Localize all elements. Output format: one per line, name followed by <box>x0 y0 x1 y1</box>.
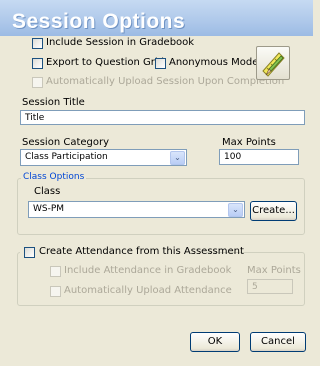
session-title-input[interactable]: Title <box>20 110 305 125</box>
auto-upload-checkbox[interactable] <box>32 77 43 88</box>
include-gradebook-checkbox[interactable] <box>32 38 43 49</box>
create-attendance-label: Create Attendance from this Assessment <box>39 246 244 257</box>
anonymous-mode-checkbox[interactable] <box>155 58 166 69</box>
attendance-max-points-input[interactable]: 5 <box>247 279 293 294</box>
tool-button[interactable] <box>256 46 290 80</box>
include-attendance-checkbox[interactable] <box>50 266 61 277</box>
session-category-select[interactable]: Class Participation ⌄ <box>20 149 187 166</box>
class-label: Class <box>34 186 61 197</box>
chevron-down-icon[interactable]: ⌄ <box>228 203 243 217</box>
pencil-ruler-icon <box>262 52 285 77</box>
max-points-input[interactable]: 100 <box>219 149 299 165</box>
create-class-button[interactable]: Create... <box>250 201 297 221</box>
class-value: WS-PM <box>33 204 65 214</box>
attendance-max-points-label: Max Points <box>247 265 301 276</box>
class-options-legend: Class Options <box>21 172 87 182</box>
ok-button[interactable]: OK <box>190 332 240 352</box>
cancel-button[interactable]: Cancel <box>250 332 306 352</box>
create-attendance-checkbox[interactable] <box>24 247 35 258</box>
window-title: Session Options <box>12 10 186 33</box>
session-category-label: Session Category <box>22 137 110 148</box>
export-grid-checkbox[interactable] <box>32 58 43 69</box>
include-gradebook-label: Include Session in Gradebook <box>46 37 195 48</box>
upload-attendance-checkbox[interactable] <box>50 286 61 297</box>
upload-attendance-label: Automatically Upload Attendance <box>64 285 232 296</box>
session-title-label: Session Title <box>22 97 85 108</box>
max-points-label: Max Points <box>222 137 276 148</box>
export-grid-label: Export to Question Grid <box>46 57 165 68</box>
chevron-down-icon[interactable]: ⌄ <box>170 151 185 165</box>
auto-upload-label: Automatically Upload Session Upon Comple… <box>46 76 285 87</box>
include-attendance-label: Include Attendance in Gradebook <box>64 265 232 276</box>
class-select[interactable]: WS-PM ⌄ <box>28 201 245 218</box>
session-category-value: Class Participation <box>25 152 108 162</box>
anonymous-mode-label: Anonymous Mode <box>169 57 259 68</box>
